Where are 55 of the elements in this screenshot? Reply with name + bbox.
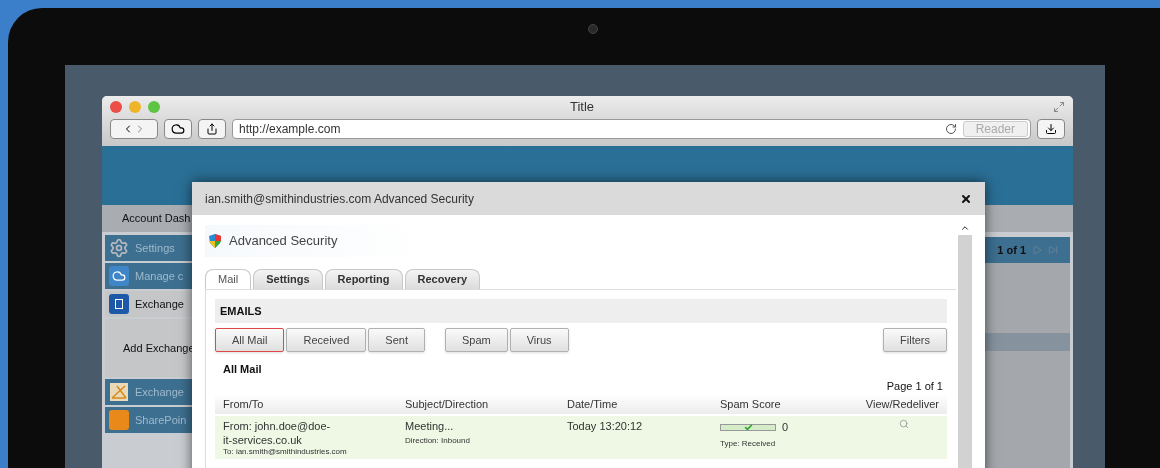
view-title: All Mail (222, 362, 263, 377)
fullscreen-icon[interactable] (1053, 101, 1065, 113)
pager-text: 1 of 1 (997, 242, 1026, 258)
share-icon (206, 123, 218, 135)
minimize-icon[interactable] (129, 101, 141, 113)
search-icon[interactable] (899, 419, 909, 429)
scrollbar[interactable] (958, 221, 972, 468)
share-button[interactable] (198, 119, 226, 139)
tab[interactable]: Reporting (324, 269, 403, 289)
dialog-title: ian.smith@smithindustries.com Advanced Security (205, 190, 474, 208)
tab[interactable]: Mail (205, 269, 252, 289)
diagram-icon (109, 382, 129, 402)
from-text: From: john.doe@doe-it-services.co.uk (223, 419, 331, 447)
table-row[interactable]: From: john.doe@doe-it-services.co.uk To: ian.smith@smithindustries.com Meeting... Direction: Inbound Today 13:20:12 0 Type: Received (215, 416, 947, 459)
gear-icon (109, 238, 129, 258)
back-forward-button[interactable] (110, 119, 158, 139)
date-text: Today 13:20:12 (567, 419, 644, 434)
app-name: Advanced Security (229, 232, 338, 251)
page-info: Page 1 of 1 (885, 378, 944, 394)
column-header: From/To (223, 396, 265, 412)
nav-tab[interactable]: Account Dash (122, 210, 191, 227)
panel-label: Add Exchange (123, 340, 195, 356)
sidebar-item[interactable]: Exchange (105, 291, 195, 317)
filters-button[interactable]: Filters (883, 328, 947, 352)
cloud-icon (109, 266, 129, 286)
subject-text: Meeting... (405, 419, 455, 433)
download-button[interactable] (1037, 119, 1065, 139)
column-header: Spam Score (720, 396, 782, 412)
shield-icon (209, 234, 221, 248)
download-icon (1045, 123, 1057, 135)
address-bar[interactable]: http://example.com Reader (232, 119, 1031, 139)
direction-text: Direction: Inbound (405, 435, 471, 447)
filter-button[interactable]: Sent (368, 328, 425, 352)
filter-button[interactable]: Spam (444, 328, 508, 352)
filter-button[interactable]: All Mail (215, 328, 285, 352)
column-header: View/Redeliver (865, 396, 939, 412)
cloud-button[interactable] (164, 119, 192, 139)
column-header: Date/Time (567, 396, 619, 412)
reload-icon[interactable] (944, 123, 957, 135)
type-text: Type: Received (720, 437, 777, 450)
filter-button[interactable]: Virus (509, 328, 569, 352)
filter-button[interactable]: Received (286, 328, 367, 352)
score-text: 0 (782, 420, 789, 435)
to-text: To: ian.smith@smithindustries.com (223, 447, 347, 457)
column-header: Subject/Direction (405, 396, 490, 412)
window-title: Title (570, 98, 595, 117)
cloud-icon (171, 122, 185, 136)
url-text: http://example.com (239, 121, 341, 138)
tab[interactable]: Settings (253, 269, 323, 289)
spam-score-bar (720, 423, 776, 431)
section-title: EMAILS (220, 303, 262, 319)
camera-icon (588, 24, 598, 34)
tab[interactable]: Recovery (404, 269, 481, 289)
close-icon[interactable] (960, 192, 972, 205)
zoom-icon[interactable] (148, 101, 160, 113)
